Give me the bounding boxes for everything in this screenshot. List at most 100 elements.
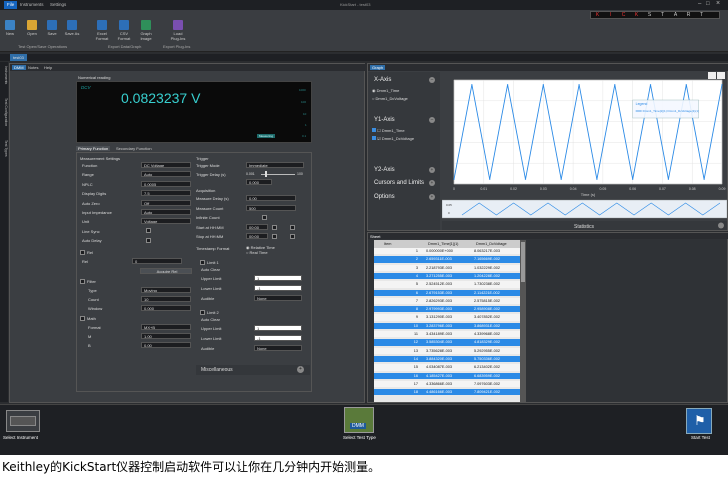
select-test-type-label[interactable]: Select Test Type bbox=[343, 435, 376, 440]
menu-file[interactable]: File bbox=[4, 1, 18, 9]
graph-image-button[interactable]: Graph Image bbox=[138, 20, 154, 41]
new-button[interactable]: New bbox=[2, 20, 18, 37]
ms-field-5[interactable]: Auto bbox=[141, 209, 191, 215]
acq-field-0[interactable]: 0.00 bbox=[246, 195, 296, 201]
acq-check-2[interactable] bbox=[262, 215, 267, 221]
table-row[interactable]: 17 4.336866E-003 7.097603E-002 bbox=[374, 380, 520, 388]
cursors-expand-icon[interactable]: + bbox=[429, 180, 435, 186]
math-field-2[interactable]: 0.00 bbox=[141, 342, 191, 348]
save-as-button[interactable]: Save As bbox=[64, 20, 80, 37]
instrument-icon[interactable] bbox=[6, 410, 40, 432]
real-time-radio[interactable]: ○ Real Time bbox=[246, 250, 268, 255]
table-row[interactable]: 8 2.979993E-003 2.958908E-002 bbox=[374, 306, 520, 313]
voltage-time-chart[interactable]: 0 0.01 0.02 0.03 0.04 0.05 0.06 0.07 0.08 0.09 Tim… bbox=[442, 72, 727, 230]
ms-field-4[interactable]: Off bbox=[141, 199, 191, 206]
side-tab-test-configuration[interactable]: Test Configuration bbox=[0, 98, 8, 138]
table-row[interactable]: 3 2.218793E-003 1.032229E-002 bbox=[374, 264, 520, 271]
x-axis-collapse-icon[interactable]: – bbox=[429, 77, 435, 83]
table-row[interactable]: 12 3.585304E-003 4.818329E-002 bbox=[374, 339, 520, 346]
tab-secondary-function[interactable]: Secondary Function bbox=[116, 146, 152, 151]
table-row[interactable]: 13 3.735628E-003 5.292955E-002 bbox=[374, 347, 520, 354]
table-row[interactable]: 1 0.000000E+000 8.063217E-003 bbox=[374, 248, 520, 255]
acq-field-1[interactable]: 500 bbox=[246, 204, 296, 211]
trigger-delay-thumb[interactable] bbox=[265, 171, 267, 177]
table-row[interactable]: 4 3.271255E-003 1.204228E-002 bbox=[374, 272, 520, 280]
table-scrollbar[interactable] bbox=[520, 240, 526, 402]
start-test-icon[interactable]: ⚑ bbox=[686, 408, 712, 434]
limit2-audible-select[interactable]: None bbox=[254, 345, 302, 351]
limit2-lower-field[interactable]: -1 bbox=[254, 335, 302, 341]
start-test-label[interactable]: Start Test bbox=[691, 435, 710, 440]
table-row[interactable]: 15 4.034087E-003 6.213402E-002 bbox=[374, 364, 520, 371]
limit1-audible-select[interactable]: None bbox=[254, 295, 302, 301]
trigger-delay-field[interactable]: 0.000 bbox=[246, 179, 272, 185]
statistics-expand-icon[interactable] bbox=[718, 222, 724, 229]
minimize-icon[interactable]: – bbox=[698, 1, 701, 7]
rel-value-field[interactable]: 0 bbox=[132, 258, 182, 264]
ms-field-3[interactable]: 7.5 bbox=[141, 190, 191, 197]
filter-field-0[interactable]: Moving bbox=[141, 287, 191, 293]
acquire-rel-button[interactable]: Acquire Rel bbox=[140, 268, 192, 274]
rel-checkbox[interactable] bbox=[80, 250, 85, 255]
csv-format-button[interactable]: CSV Format bbox=[116, 20, 132, 41]
table-row[interactable]: 16 4.185427E-003 6.683959E-002 bbox=[374, 372, 520, 379]
cursors-limits-title[interactable]: Cursors and Limits bbox=[374, 180, 424, 186]
pan-icon[interactable] bbox=[717, 72, 725, 79]
save-button[interactable]: Save bbox=[44, 20, 60, 37]
limit2-checkbox[interactable] bbox=[200, 310, 205, 315]
excel-format-button[interactable]: Excel Format bbox=[94, 20, 110, 41]
side-tab-instruments[interactable]: Instruments bbox=[0, 66, 8, 96]
side-tab-test-types[interactable]: Test Types bbox=[0, 140, 8, 170]
limit1-upper-field[interactable]: 1 bbox=[254, 275, 302, 281]
tab-primary-function[interactable]: Primary Function bbox=[76, 146, 111, 151]
ms-check-7[interactable] bbox=[146, 228, 151, 234]
table-row[interactable]: 10 3.283796E-003 3.868931E-002 bbox=[374, 322, 520, 330]
table-row[interactable]: 9 3.131290E-003 3.407852E-002 bbox=[374, 314, 520, 321]
y1-axis-title[interactable]: Y1-Axis bbox=[374, 117, 395, 123]
table-row[interactable]: 6 2.679153E-003 2.114221E-002 bbox=[374, 289, 520, 296]
ms-field-1[interactable]: Auto bbox=[141, 171, 191, 178]
acq-field-4[interactable]: 00:00 bbox=[246, 233, 268, 240]
y1-opt-time[interactable]: ☐ Dmm1_Time bbox=[372, 128, 405, 133]
table-row[interactable]: 7 2.826293E-003 2.575815E-002 bbox=[374, 297, 520, 305]
tab-sheet[interactable]: Sheet bbox=[370, 234, 380, 239]
data-table[interactable]: Item Dmm1_Time[1](1) Dmm1_DcVoltage 1 0.0… bbox=[374, 240, 520, 402]
y2-axis-expand-icon[interactable]: + bbox=[429, 167, 435, 173]
table-row[interactable]: 11 3.434189E-003 4.339968E-002 bbox=[374, 331, 520, 338]
table-row[interactable]: 14 3.884320E-003 5.750336E-002 bbox=[374, 355, 520, 363]
tab-notes[interactable]: Notes bbox=[28, 65, 38, 70]
limit1-lower-field[interactable]: -1 bbox=[254, 285, 302, 291]
menu-instruments[interactable]: Instruments bbox=[20, 1, 44, 9]
zoom-icon[interactable] bbox=[708, 72, 716, 79]
tab-test03[interactable]: test03 bbox=[10, 54, 27, 61]
ms-check-8[interactable] bbox=[146, 237, 151, 243]
menu-settings[interactable]: Settings bbox=[50, 1, 66, 9]
filter-field-1[interactable]: 10 bbox=[141, 296, 191, 302]
tab-help[interactable]: Help bbox=[44, 65, 52, 70]
limit2-upper-field[interactable]: 1 bbox=[254, 325, 302, 331]
ms-field-0[interactable]: DC Voltage bbox=[141, 162, 191, 168]
x-axis-title[interactable]: X-Axis bbox=[374, 77, 391, 83]
y2-axis-title[interactable]: Y2-Axis bbox=[374, 167, 395, 173]
close-icon[interactable]: × bbox=[716, 0, 720, 7]
x-opt-dcvoltage[interactable]: ○ Dmm1_DcVoltage bbox=[372, 96, 408, 101]
limit1-checkbox[interactable] bbox=[200, 260, 205, 265]
tab-dmm[interactable]: DMM bbox=[12, 65, 26, 70]
table-row[interactable]: 2 2.659311E-003 7.165669E-002 bbox=[374, 256, 520, 263]
maximize-icon[interactable]: □ bbox=[706, 1, 710, 7]
acq-time-check-4[interactable] bbox=[290, 234, 295, 240]
math-field-1[interactable]: 1.00 bbox=[141, 333, 191, 339]
miscellaneous-header[interactable]: Miscellaneous + bbox=[196, 365, 310, 375]
col-time[interactable]: Dmm1_Time[1](1) bbox=[428, 240, 458, 248]
options-expand-icon[interactable]: + bbox=[429, 194, 435, 200]
navigator-strip[interactable] bbox=[442, 199, 727, 219]
scroll-thumb[interactable] bbox=[521, 242, 525, 282]
x-opt-time[interactable]: ◉ Dmm1_Time bbox=[372, 88, 399, 93]
acq-time-spin-4[interactable] bbox=[272, 234, 277, 240]
table-row[interactable]: 5 2.524512E-003 1.730238E-002 bbox=[374, 281, 520, 288]
math-field-0[interactable]: MX+B bbox=[141, 324, 191, 330]
ms-field-6[interactable]: Voltage bbox=[141, 218, 191, 225]
col-item[interactable]: Item bbox=[384, 240, 391, 248]
filter-field-2[interactable]: 0.000 bbox=[141, 305, 191, 311]
options-title[interactable]: Options bbox=[374, 194, 395, 200]
